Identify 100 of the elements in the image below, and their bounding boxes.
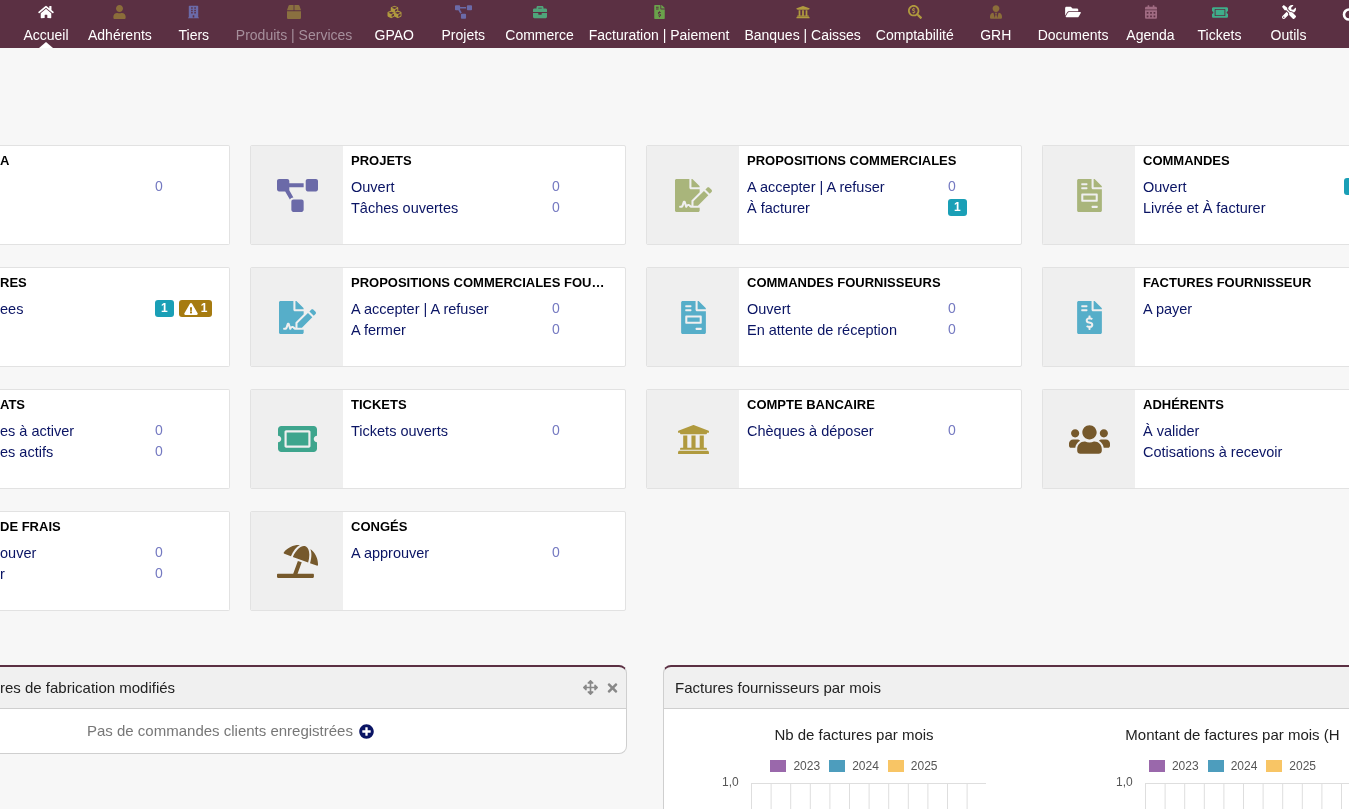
card-title: PROJETS — [351, 153, 413, 169]
legend-label: 2024 — [1230, 758, 1258, 774]
card-title: ATS — [0, 397, 27, 413]
count-value: 0 — [948, 421, 956, 440]
count-value: 0 — [155, 442, 163, 461]
card-link[interactable]: ees — [0, 300, 24, 317]
legend-label: 2023 — [793, 758, 821, 774]
warning-badge[interactable]: 1 — [178, 300, 213, 317]
axis-tick-label: 1,0 — [1116, 774, 1133, 790]
chart-title: Montant de factures par mois (H — [1125, 725, 1340, 745]
card-link[interactable]: A accepter | A refuser — [747, 178, 885, 195]
warning-icon — [183, 302, 198, 315]
card-link[interactable]: Cotisations à recevoir — [1143, 443, 1283, 460]
legend-label: 2024 — [852, 758, 879, 774]
count-value: 0 — [552, 198, 560, 217]
people-icon — [1068, 422, 1110, 456]
card-link[interactable]: es à activer — [0, 422, 75, 439]
nav-tab[interactable]: Adhérents — [80, 0, 160, 48]
nav-tab[interactable]: Comptabilité — [868, 0, 962, 48]
card-link[interactable]: Ouvert — [1143, 178, 1187, 195]
nav-tab[interactable]: Banques | Caisses — [736, 0, 869, 48]
card-link[interactable]: À valider — [1143, 422, 1200, 439]
count-badge[interactable] — [1344, 178, 1349, 195]
card-link[interactable]: A accepter | A refuser — [351, 300, 489, 317]
count-value: 0 — [948, 299, 956, 318]
legend-label: 2025 — [910, 758, 938, 774]
card-link[interactable]: Chèques à déposer — [747, 422, 874, 439]
panel-title: res de fabrication modifiés — [0, 677, 176, 698]
card-link[interactable]: En attente de réception — [747, 321, 897, 338]
card-title: PROPOSITIONS COMMERCIALES FOU… — [351, 275, 605, 291]
count-value: 0 — [948, 320, 956, 339]
dollar-document-icon — [1076, 300, 1102, 334]
count-value: 0 — [155, 421, 163, 440]
close-icon[interactable] — [607, 680, 618, 695]
nav-tab[interactable]: Accueil — [11, 0, 81, 48]
ring-icon[interactable] — [1342, 8, 1349, 21]
legend-label: 2023 — [1171, 758, 1199, 774]
count-value: 0 — [552, 320, 560, 339]
ticket-icon — [277, 426, 317, 452]
card-link[interactable]: Ouvert — [747, 300, 791, 317]
document-icon — [680, 300, 706, 334]
nav-tab[interactable]: Tiers — [159, 0, 229, 48]
bank-icon — [795, 5, 810, 19]
dollar-magnifier-icon — [907, 5, 922, 19]
signed-document-icon — [674, 178, 712, 212]
nav-tab[interactable]: Commerce — [497, 0, 582, 48]
nav-tab[interactable]: Tickets — [1185, 0, 1254, 48]
card-link[interactable]: A approuver — [351, 544, 430, 561]
count-value: 0 — [552, 177, 560, 196]
card-title: DE FRAIS — [0, 519, 62, 535]
empty-message: Pas de commandes clients enregistrées — [87, 721, 353, 741]
count-value: 0 — [552, 543, 560, 562]
card-title: ADHÉRENTS — [1143, 397, 1225, 413]
nav-tab[interactable]: Agenda — [1116, 0, 1185, 48]
card-title: RES — [0, 275, 28, 291]
card-link[interactable]: A payer — [1143, 300, 1193, 317]
card-title: COMPTE BANCAIRE — [747, 397, 876, 413]
nav-tab[interactable]: Projets — [428, 0, 498, 48]
person-icon — [113, 5, 127, 19]
card-link[interactable]: es actifs — [0, 443, 54, 460]
ticket-icon — [1211, 6, 1228, 18]
card-link[interactable]: Tickets ouverts — [351, 422, 448, 439]
move-icon[interactable] — [583, 680, 598, 695]
nav-tab[interactable]: GPAO — [359, 0, 429, 48]
calendar-icon — [1144, 5, 1157, 19]
card-link[interactable]: Livrée et À facturer — [1143, 199, 1266, 216]
briefcase-icon — [532, 5, 547, 19]
card-title: CONGÉS — [351, 519, 409, 535]
count-value: 0 — [155, 564, 163, 583]
card-link[interactable]: Tâches ouvertes — [351, 199, 459, 216]
building-icon — [188, 5, 200, 19]
count-value: 0 — [948, 177, 956, 196]
chart-title: Nb de factures par mois — [774, 725, 934, 745]
beach-umbrella-icon — [276, 544, 318, 578]
card-title: COMMANDES — [1143, 153, 1231, 169]
card-title: TICKETS — [351, 397, 408, 413]
tools-icon — [1281, 5, 1296, 19]
card-link[interactable]: Ouvert — [351, 178, 395, 195]
card-link[interactable]: r — [0, 565, 5, 582]
nav-tab[interactable]: Outils — [1254, 0, 1323, 48]
diagram-icon — [454, 5, 472, 19]
card-link[interactable]: A fermer — [351, 321, 406, 338]
axis-tick-label: 1,0 — [722, 774, 739, 790]
box-icon — [287, 5, 302, 19]
card-link[interactable]: À facturer — [747, 199, 810, 216]
dollar-document-icon — [653, 5, 665, 19]
nav-tab[interactable]: GRH — [961, 0, 1031, 48]
count-value: 0 — [552, 421, 560, 440]
count-value: 0 — [552, 299, 560, 318]
card-link[interactable]: ouver — [0, 544, 37, 561]
card-title: COMMANDES FOURNISSEURS — [747, 275, 942, 291]
cubes-icon — [386, 5, 402, 19]
count-value: 0 — [155, 543, 163, 562]
nav-tab[interactable]: Documents — [1030, 0, 1116, 48]
signed-document-icon — [278, 300, 316, 334]
add-icon[interactable] — [358, 723, 374, 739]
nav-tab[interactable]: Facturation | Paiement — [581, 0, 737, 48]
panel-title: Factures fournisseurs par mois — [675, 677, 881, 698]
card-title: PROPOSITIONS COMMERCIALES — [747, 153, 958, 169]
diagram-icon — [276, 178, 318, 212]
